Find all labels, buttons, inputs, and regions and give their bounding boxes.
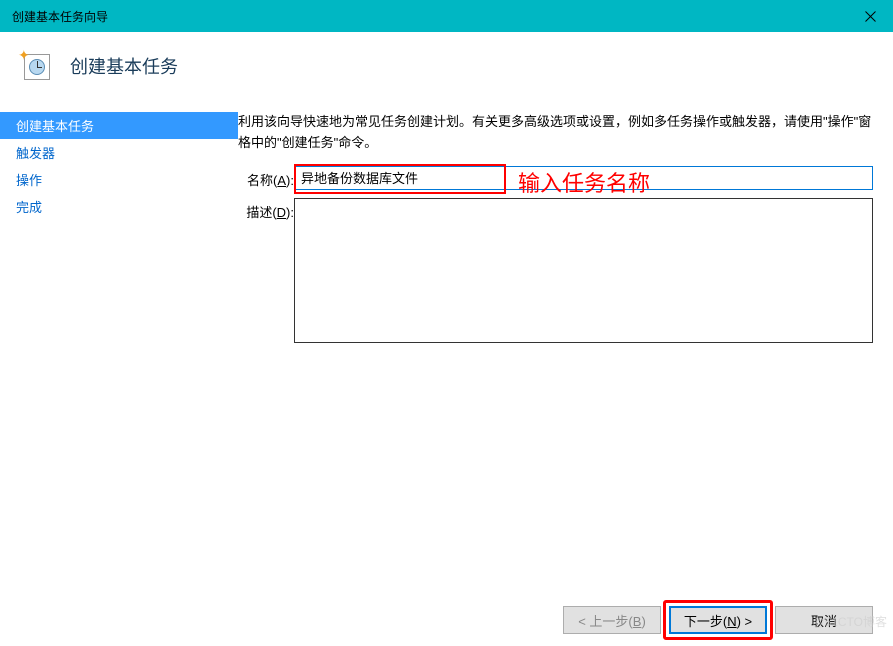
- description-row: 描述(D):: [238, 198, 873, 343]
- page-title: 创建基本任务: [70, 53, 178, 79]
- close-icon: [865, 11, 876, 22]
- wizard-footer: < 上一步(B) 下一步(N) > 取消: [563, 606, 873, 634]
- content-panel: 利用该向导快速地为常见任务创建计划。有关更多高级选项或设置，例如多任务操作或触发…: [238, 112, 893, 626]
- description-input[interactable]: [294, 198, 873, 343]
- step-finish[interactable]: 完成: [0, 193, 238, 220]
- next-button[interactable]: 下一步(N) >: [669, 606, 767, 634]
- steps-panel: 创建基本任务 触发器 操作 完成: [0, 112, 238, 626]
- step-trigger[interactable]: 触发器: [0, 139, 238, 166]
- cancel-button[interactable]: 取消: [775, 606, 873, 634]
- annotation-text: 输入任务名称: [518, 166, 650, 198]
- name-label: 名称(A):: [238, 166, 294, 189]
- titlebar: 创建基本任务向导: [0, 0, 893, 32]
- wizard-icon: ✦: [20, 50, 52, 82]
- wizard-header: ✦ 创建基本任务: [0, 32, 893, 112]
- step-create-basic-task[interactable]: 创建基本任务: [0, 112, 238, 139]
- name-row: 名称(A): 输入任务名称: [238, 166, 873, 190]
- intro-text: 利用该向导快速地为常见任务创建计划。有关更多高级选项或设置，例如多任务操作或触发…: [238, 112, 873, 154]
- back-button: < 上一步(B): [563, 606, 661, 634]
- description-label: 描述(D):: [238, 198, 294, 221]
- wizard-body: 创建基本任务 触发器 操作 完成 利用该向导快速地为常见任务创建计划。有关更多高…: [0, 112, 893, 626]
- window-title: 创建基本任务向导: [12, 8, 108, 25]
- close-button[interactable]: [847, 0, 893, 32]
- step-action[interactable]: 操作: [0, 166, 238, 193]
